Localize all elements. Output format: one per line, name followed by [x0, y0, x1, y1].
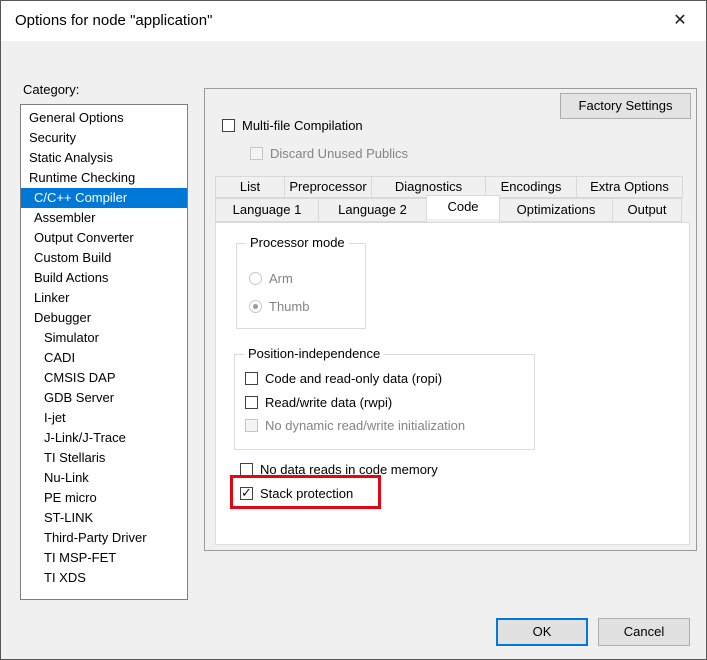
category-item-assembler[interactable]: Assembler: [21, 208, 187, 228]
processor-mode-legend: Processor mode: [246, 235, 349, 250]
position-independence-groupbox: Position-independence ✓ Code and read-on…: [234, 354, 535, 450]
radio-option-thumb: Thumb: [249, 299, 309, 314]
category-item-custom-build[interactable]: Custom Build: [21, 248, 187, 268]
checkbox-icon: ✓: [245, 396, 258, 409]
stack-protection-label: Stack protection: [260, 486, 353, 501]
tab-language-2[interactable]: Language 2: [318, 198, 427, 222]
checkbox-icon: ✓: [245, 372, 258, 385]
checkbox-option-read-write-data-rwpi[interactable]: ✓ Read/write data (rwpi): [245, 395, 392, 410]
tab-extra-options[interactable]: Extra Options: [576, 176, 683, 198]
category-item-output-converter[interactable]: Output Converter: [21, 228, 187, 248]
category-item-ti-msp-fet[interactable]: TI MSP-FET: [21, 548, 187, 568]
category-label: Category:: [23, 82, 79, 97]
stack-protection-checkbox[interactable]: ✓ Stack protection: [240, 486, 353, 501]
cancel-button[interactable]: Cancel: [598, 618, 690, 646]
tab-row-2: Language 1Language 2CodeOptimizationsOut…: [216, 198, 690, 222]
category-item-general-options[interactable]: General Options: [21, 108, 187, 128]
category-item-third-party-driver[interactable]: Third-Party Driver: [21, 528, 187, 548]
category-item-i-jet[interactable]: I-jet: [21, 408, 187, 428]
radio-icon: [249, 300, 262, 313]
title-bar: Options for node "application" ✕: [1, 1, 706, 41]
category-item-linker[interactable]: Linker: [21, 288, 187, 308]
category-item-runtime-checking[interactable]: Runtime Checking: [21, 168, 187, 188]
category-item-st-link[interactable]: ST-LINK: [21, 508, 187, 528]
checkbox-icon: ✓: [245, 419, 258, 432]
category-item-cmsis-dap[interactable]: CMSIS DAP: [21, 368, 187, 388]
ok-button[interactable]: OK: [496, 618, 588, 646]
category-item-build-actions[interactable]: Build Actions: [21, 268, 187, 288]
category-item-security[interactable]: Security: [21, 128, 187, 148]
category-item-j-link-j-trace[interactable]: J-Link/J-Trace: [21, 428, 187, 448]
options-panel: Factory Settings ✓ Multi-file Compilatio…: [204, 88, 697, 551]
no-data-reads-checkbox[interactable]: ✓ No data reads in code memory: [240, 462, 438, 477]
checkbox-icon: ✓: [222, 119, 235, 132]
category-item-static-analysis[interactable]: Static Analysis: [21, 148, 187, 168]
category-item-gdb-server[interactable]: GDB Server: [21, 388, 187, 408]
category-item-ti-stellaris[interactable]: TI Stellaris: [21, 448, 187, 468]
checkbox-icon: ✓: [240, 463, 253, 476]
category-item-nu-link[interactable]: Nu-Link: [21, 468, 187, 488]
options-dialog: Options for node "application" ✕ Categor…: [0, 0, 707, 660]
multi-file-compilation-checkbox[interactable]: ✓ Multi-file Compilation: [222, 118, 363, 133]
factory-settings-button[interactable]: Factory Settings: [560, 93, 691, 119]
tab-control: ListPreprocessorDiagnosticsEncodingsExtr…: [216, 176, 690, 222]
tab-optimizations[interactable]: Optimizations: [499, 198, 613, 222]
close-icon[interactable]: ✕: [664, 7, 696, 35]
radio-option-arm: Arm: [249, 271, 293, 286]
tab-list[interactable]: List: [215, 176, 285, 198]
tab-language-1[interactable]: Language 1: [215, 198, 319, 222]
processor-mode-groupbox: Processor mode Arm Thumb: [236, 243, 366, 329]
radio-icon: [249, 272, 262, 285]
multi-file-compilation-label: Multi-file Compilation: [242, 118, 363, 133]
category-item-simulator[interactable]: Simulator: [21, 328, 187, 348]
category-listbox[interactable]: General OptionsSecurityStatic AnalysisRu…: [20, 104, 188, 600]
tab-preprocessor[interactable]: Preprocessor: [284, 176, 372, 198]
tab-code[interactable]: Code: [426, 195, 500, 219]
position-independence-legend: Position-independence: [244, 346, 384, 361]
discard-unused-publics-checkbox: ✓ Discard Unused Publics: [250, 146, 408, 161]
no-data-reads-label: No data reads in code memory: [260, 462, 438, 477]
checkbox-icon: ✓: [240, 487, 253, 500]
dialog-title: Options for node "application": [15, 12, 212, 29]
category-item-cadi[interactable]: CADI: [21, 348, 187, 368]
category-item-c-c-compiler[interactable]: C/C++ Compiler: [21, 188, 187, 208]
code-tab-page: Processor mode Arm Thumb Position-indepe…: [215, 222, 690, 545]
category-item-debugger[interactable]: Debugger: [21, 308, 187, 328]
checkbox-icon: ✓: [250, 147, 263, 160]
category-item-ti-xds[interactable]: TI XDS: [21, 568, 187, 588]
discard-unused-publics-label: Discard Unused Publics: [270, 146, 408, 161]
checkbox-option-code-and-read-only-data-ropi[interactable]: ✓ Code and read-only data (ropi): [245, 371, 442, 386]
tab-output[interactable]: Output: [612, 198, 682, 222]
checkbox-option-no-dynamic-read-write-initialization[interactable]: ✓ No dynamic read/write initialization: [245, 418, 465, 433]
category-item-pe-micro[interactable]: PE micro: [21, 488, 187, 508]
